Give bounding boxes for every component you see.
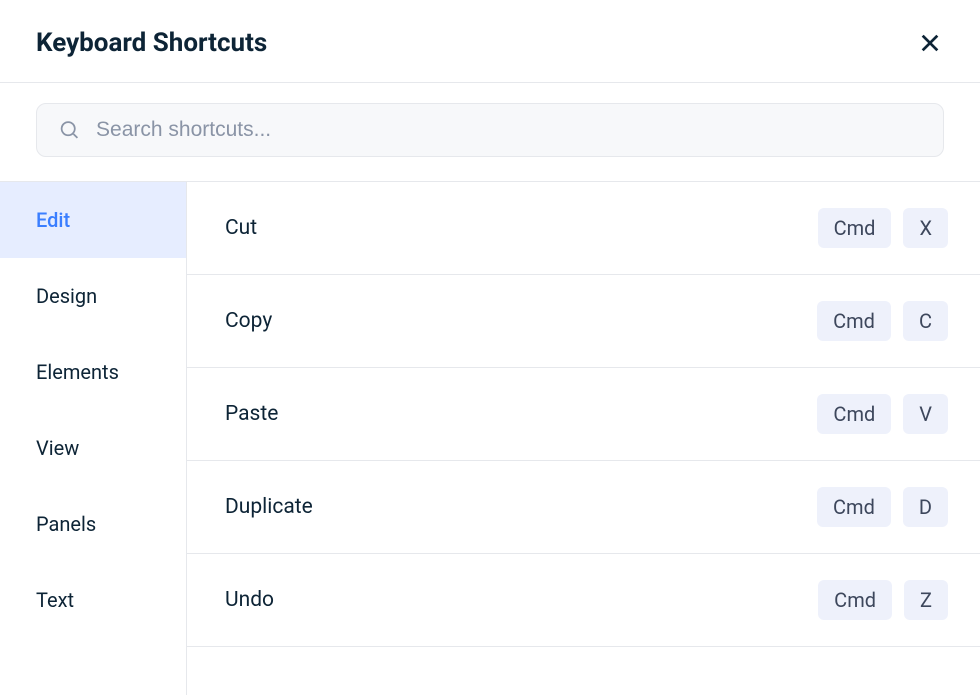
sidebar-item-text[interactable]: Text [0, 562, 186, 638]
search-section [0, 83, 980, 181]
close-button[interactable] [916, 29, 944, 57]
sidebar-item-elements[interactable]: Elements [0, 334, 186, 410]
shortcut-keys: Cmd D [817, 487, 948, 527]
key: Cmd [818, 208, 892, 248]
shortcut-label: Undo [225, 588, 274, 612]
sidebar-item-label: Panels [36, 512, 96, 536]
sidebar-item-label: View [36, 436, 79, 460]
sidebar-item-edit[interactable]: Edit [0, 182, 186, 258]
sidebar-item-design[interactable]: Design [0, 258, 186, 334]
sidebar-item-label: Design [36, 284, 97, 308]
sidebar-item-label: Text [36, 588, 74, 612]
key: V [903, 394, 948, 434]
shortcut-keys: Cmd Z [818, 580, 948, 620]
shortcut-keys: Cmd X [818, 208, 948, 248]
key: D [903, 487, 948, 527]
key: C [903, 301, 948, 341]
search-input[interactable] [96, 118, 921, 142]
content: Edit Design Elements View Panels Text Cu… [0, 181, 980, 695]
key: X [903, 208, 948, 248]
shortcut-list: Cut Cmd X Copy Cmd C Paste Cmd V Duplica… [186, 182, 980, 695]
header: Keyboard Shortcuts [0, 0, 980, 82]
shortcut-label: Paste [225, 402, 278, 426]
shortcut-label: Cut [225, 216, 257, 240]
search-box[interactable] [36, 103, 944, 157]
sidebar-item-panels[interactable]: Panels [0, 486, 186, 562]
shortcut-row-duplicate: Duplicate Cmd D [187, 461, 980, 554]
search-icon [59, 119, 80, 141]
shortcut-row-paste: Paste Cmd V [187, 368, 980, 461]
shortcut-keys: Cmd C [817, 301, 948, 341]
close-icon [919, 32, 941, 54]
key: Cmd [817, 394, 891, 434]
shortcut-keys: Cmd V [817, 394, 948, 434]
shortcut-row-copy: Copy Cmd C [187, 275, 980, 368]
key: Cmd [817, 487, 891, 527]
shortcut-row-cut: Cut Cmd X [187, 182, 980, 275]
shortcut-label: Duplicate [225, 495, 313, 519]
sidebar-item-label: Edit [36, 208, 70, 232]
sidebar-item-label: Elements [36, 360, 119, 384]
key: Cmd [818, 580, 892, 620]
page-title: Keyboard Shortcuts [36, 28, 267, 58]
shortcut-row-undo: Undo Cmd Z [187, 554, 980, 647]
sidebar-item-view[interactable]: View [0, 410, 186, 486]
shortcut-label: Copy [225, 309, 272, 333]
sidebar: Edit Design Elements View Panels Text [0, 182, 186, 695]
key: Cmd [817, 301, 891, 341]
key: Z [904, 580, 948, 620]
